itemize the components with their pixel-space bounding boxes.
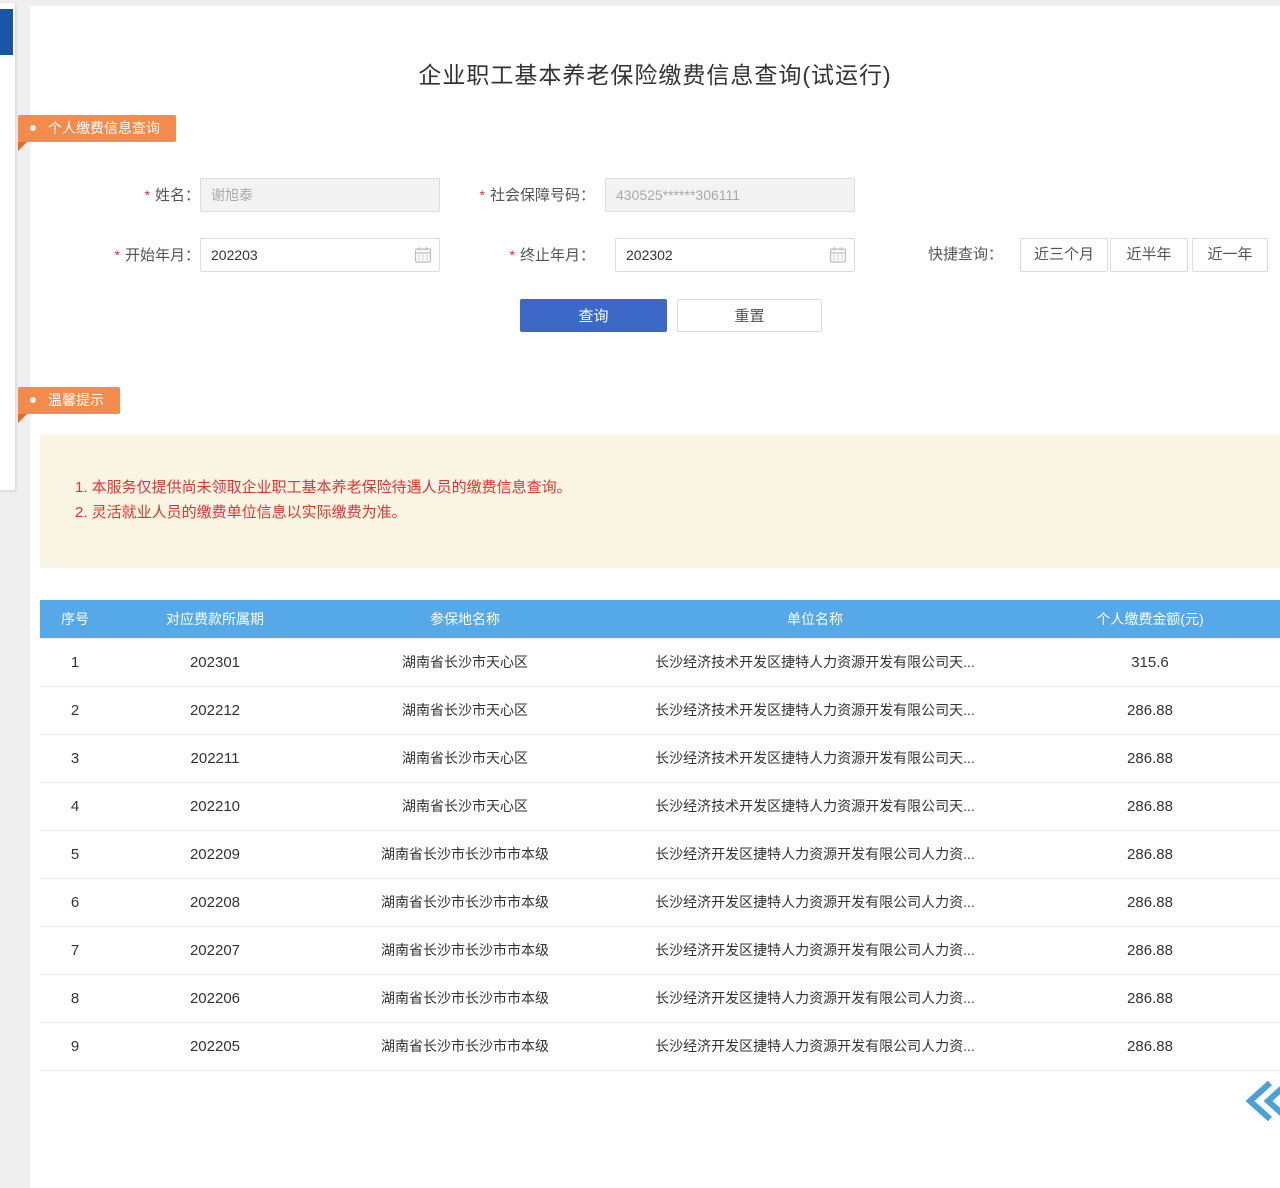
cell-company: 长沙经济开发区捷特人力资源开发有限公司人力资...	[610, 926, 1020, 974]
cell-area: 湖南省长沙市天心区	[320, 638, 610, 686]
required-asterisk: *	[115, 247, 120, 263]
cell-company: 长沙经济技术开发区捷特人力资源开发有限公司天...	[610, 638, 1020, 686]
bullet-dot-icon	[30, 397, 36, 403]
start-month-label: *开始年月：	[70, 238, 200, 272]
notice-box: 1. 本服务仅提供尚未领取企业职工基本养老保险待遇人员的缴费信息查询。 2. 灵…	[40, 435, 1280, 568]
required-asterisk: *	[510, 247, 515, 263]
cell-index: 5	[40, 830, 110, 878]
cell-period: 202210	[110, 782, 320, 830]
cell-amount: 286.88	[1020, 686, 1280, 734]
end-month-field	[615, 238, 855, 272]
cell-amount: 286.88	[1020, 782, 1280, 830]
calendar-icon[interactable]	[414, 246, 432, 264]
table-row: 4 202210 湖南省长沙市天心区 长沙经济技术开发区捷特人力资源开发有限公司…	[40, 782, 1280, 830]
reset-button[interactable]: 重置	[677, 299, 822, 332]
cell-amount: 286.88	[1020, 974, 1280, 1022]
start-month-input[interactable]	[200, 238, 440, 272]
collapsed-sidebar	[0, 3, 16, 490]
main-panel: 企业职工基本养老保险缴费信息查询(试运行) 个人缴费信息查询 *姓名： *社会保…	[30, 6, 1280, 1188]
table-row: 9 202205 湖南省长沙市长沙市市本级 长沙经济开发区捷特人力资源开发有限公…	[40, 1022, 1280, 1070]
cell-area: 湖南省长沙市长沙市市本级	[320, 926, 610, 974]
cell-period: 202207	[110, 926, 320, 974]
name-input[interactable]	[200, 178, 440, 212]
table-row: 7 202207 湖南省长沙市长沙市市本级 长沙经济开发区捷特人力资源开发有限公…	[40, 926, 1280, 974]
cell-area: 湖南省长沙市天心区	[320, 782, 610, 830]
cell-area: 湖南省长沙市长沙市市本级	[320, 974, 610, 1022]
table-header-row: 序号 对应费款所属期 参保地名称 单位名称 个人缴费金额(元)	[40, 600, 1280, 638]
cell-index: 6	[40, 878, 110, 926]
table-row: 6 202208 湖南省长沙市长沙市市本级 长沙经济开发区捷特人力资源开发有限公…	[40, 878, 1280, 926]
cell-area: 湖南省长沙市长沙市市本级	[320, 830, 610, 878]
cell-period: 202205	[110, 1022, 320, 1070]
table-body: 1 202301 湖南省长沙市天心区 长沙经济技术开发区捷特人力资源开发有限公司…	[40, 638, 1280, 1070]
cell-company: 长沙经济技术开发区捷特人力资源开发有限公司天...	[610, 782, 1020, 830]
quick-query-label: 快捷查询：	[928, 238, 1013, 272]
section-badge-tips: 温馨提示	[18, 387, 120, 414]
cell-index: 2	[40, 686, 110, 734]
cell-index: 8	[40, 974, 110, 1022]
quick-last-half-year-button[interactable]: 近半年	[1110, 238, 1188, 272]
query-button[interactable]: 查询	[520, 299, 667, 332]
cell-period: 202211	[110, 734, 320, 782]
cell-area: 湖南省长沙市长沙市市本级	[320, 1022, 610, 1070]
required-asterisk: *	[480, 187, 485, 203]
cell-amount: 286.88	[1020, 734, 1280, 782]
cell-company: 长沙经济开发区捷特人力资源开发有限公司人力资...	[610, 878, 1020, 926]
collapse-double-chevron-left-icon[interactable]	[1240, 1078, 1280, 1124]
ssn-input[interactable]	[605, 178, 855, 212]
header-period: 对应费款所属期	[110, 600, 320, 638]
cell-company: 长沙经济开发区捷特人力资源开发有限公司人力资...	[610, 830, 1020, 878]
cell-company: 长沙经济技术开发区捷特人力资源开发有限公司天...	[610, 686, 1020, 734]
required-asterisk: *	[145, 187, 150, 203]
cell-period: 202206	[110, 974, 320, 1022]
page-title: 企业职工基本养老保险缴费信息查询(试运行)	[30, 56, 1280, 90]
cell-index: 3	[40, 734, 110, 782]
cell-amount: 286.88	[1020, 830, 1280, 878]
cell-company: 长沙经济开发区捷特人力资源开发有限公司人力资...	[610, 1022, 1020, 1070]
header-amount: 个人缴费金额(元)	[1020, 600, 1280, 638]
start-month-field	[200, 238, 440, 272]
cell-period: 202301	[110, 638, 320, 686]
table-row: 2 202212 湖南省长沙市天心区 长沙经济技术开发区捷特人力资源开发有限公司…	[40, 686, 1280, 734]
table-row: 8 202206 湖南省长沙市长沙市市本级 长沙经济开发区捷特人力资源开发有限公…	[40, 974, 1280, 1022]
quick-last-year-button[interactable]: 近一年	[1192, 238, 1268, 272]
cell-index: 4	[40, 782, 110, 830]
cell-company: 长沙经济技术开发区捷特人力资源开发有限公司天...	[610, 734, 1020, 782]
payment-table: 序号 对应费款所属期 参保地名称 单位名称 个人缴费金额(元) 1 202301…	[40, 600, 1280, 1071]
cell-index: 9	[40, 1022, 110, 1070]
cell-area: 湖南省长沙市长沙市市本级	[320, 878, 610, 926]
cell-period: 202208	[110, 878, 320, 926]
quick-last-3-months-button[interactable]: 近三个月	[1020, 238, 1108, 272]
section-badge-label: 温馨提示	[48, 392, 104, 408]
header-index: 序号	[40, 600, 110, 638]
cell-amount: 315.6	[1020, 638, 1280, 686]
sidebar-accent-bar	[0, 9, 13, 55]
end-month-label: *终止年月：	[445, 238, 595, 272]
page: 企业职工基本养老保险缴费信息查询(试运行) 个人缴费信息查询 *姓名： *社会保…	[0, 0, 1280, 1188]
table-row: 3 202211 湖南省长沙市天心区 长沙经济技术开发区捷特人力资源开发有限公司…	[40, 734, 1280, 782]
cell-area: 湖南省长沙市天心区	[320, 686, 610, 734]
calendar-icon[interactable]	[829, 246, 847, 264]
cell-index: 7	[40, 926, 110, 974]
cell-area: 湖南省长沙市天心区	[320, 734, 610, 782]
cell-amount: 286.88	[1020, 926, 1280, 974]
header-area: 参保地名称	[320, 600, 610, 638]
cell-period: 202212	[110, 686, 320, 734]
table-row: 1 202301 湖南省长沙市天心区 长沙经济技术开发区捷特人力资源开发有限公司…	[40, 638, 1280, 686]
ssn-label: *社会保障号码：	[445, 178, 595, 212]
section-badge-label: 个人缴费信息查询	[48, 120, 160, 136]
table-row: 5 202209 湖南省长沙市长沙市市本级 长沙经济开发区捷特人力资源开发有限公…	[40, 830, 1280, 878]
end-month-input[interactable]	[615, 238, 855, 272]
cell-index: 1	[40, 638, 110, 686]
cell-amount: 286.88	[1020, 878, 1280, 926]
header-company: 单位名称	[610, 600, 1020, 638]
notice-line-2: 2. 灵活就业人员的缴费单位信息以实际缴费为准。	[75, 500, 1280, 525]
bullet-dot-icon	[30, 125, 36, 131]
cell-amount: 286.88	[1020, 1022, 1280, 1070]
cell-period: 202209	[110, 830, 320, 878]
cell-company: 长沙经济开发区捷特人力资源开发有限公司人力资...	[610, 974, 1020, 1022]
section-badge-personal-query: 个人缴费信息查询	[18, 115, 176, 142]
name-label: *姓名：	[70, 178, 200, 212]
notice-line-1: 1. 本服务仅提供尚未领取企业职工基本养老保险待遇人员的缴费信息查询。	[75, 475, 1280, 500]
